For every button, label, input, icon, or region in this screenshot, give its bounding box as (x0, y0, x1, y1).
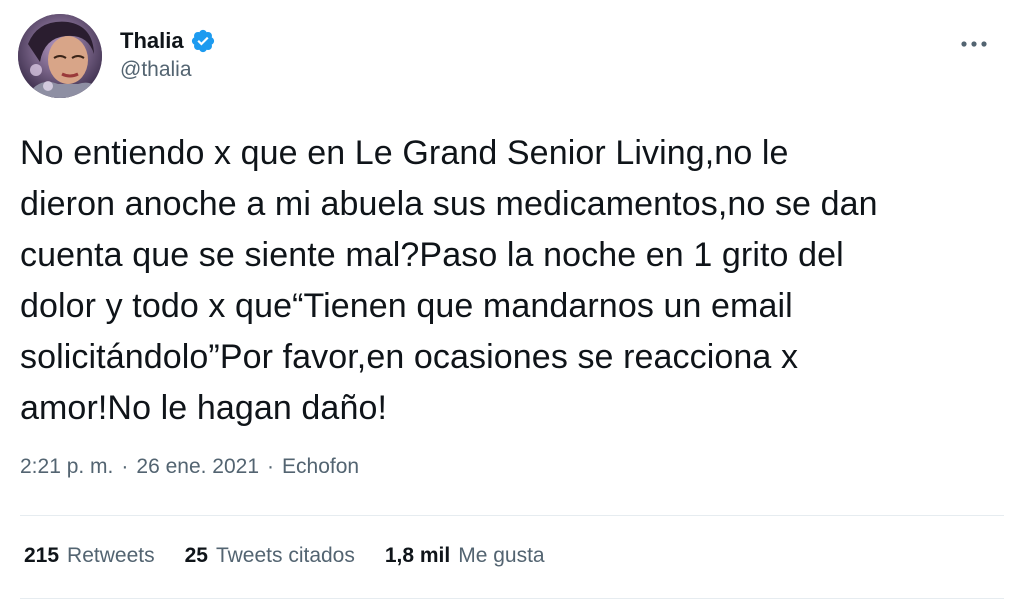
likes-label: Me gusta (458, 544, 545, 567)
user-handle[interactable]: @thalia (120, 58, 216, 82)
quote-tweets-stat[interactable]: 25 Tweets citados (185, 544, 355, 568)
quote-tweets-label: Tweets citados (215, 544, 355, 567)
more-horizontal-icon (961, 41, 987, 47)
display-name-row: Thalia (120, 26, 216, 56)
tweet-card: Thalia @thalia No entiendo x que en Le G… (0, 0, 1024, 614)
tweet-meta: 2:21 p. m. · 26 ene. 2021 · Echofon (20, 455, 359, 479)
tweet-source[interactable]: Echofon (282, 455, 359, 479)
meta-separator: · (267, 455, 275, 478)
user-info: Thalia @thalia (120, 26, 216, 82)
divider (20, 598, 1004, 599)
tweet-time[interactable]: 2:21 p. m. (20, 455, 113, 479)
tweet-header: Thalia @thalia (18, 14, 1006, 104)
meta-separator: · (121, 455, 129, 478)
likes-stat[interactable]: 1,8 mil Me gusta (385, 544, 545, 568)
likes-count: 1,8 mil (384, 544, 451, 567)
verified-badge-icon (190, 28, 216, 54)
display-name[interactable]: Thalia (120, 28, 184, 54)
avatar-image (18, 14, 102, 98)
tweet-text: No entiendo x que en Le Grand Senior Liv… (20, 134, 878, 427)
more-options-button[interactable] (956, 34, 992, 54)
divider (20, 515, 1004, 516)
quote-tweets-count: 25 (184, 544, 208, 567)
avatar[interactable] (18, 14, 102, 98)
retweets-label: Retweets (67, 544, 155, 567)
retweets-count: 215 (24, 544, 60, 567)
retweets-stat[interactable]: 215 Retweets (24, 544, 155, 568)
tweet-date[interactable]: 26 ene. 2021 (136, 455, 259, 479)
tweet-stats: 215 Retweets 25 Tweets citados 1,8 mil M… (24, 544, 575, 568)
